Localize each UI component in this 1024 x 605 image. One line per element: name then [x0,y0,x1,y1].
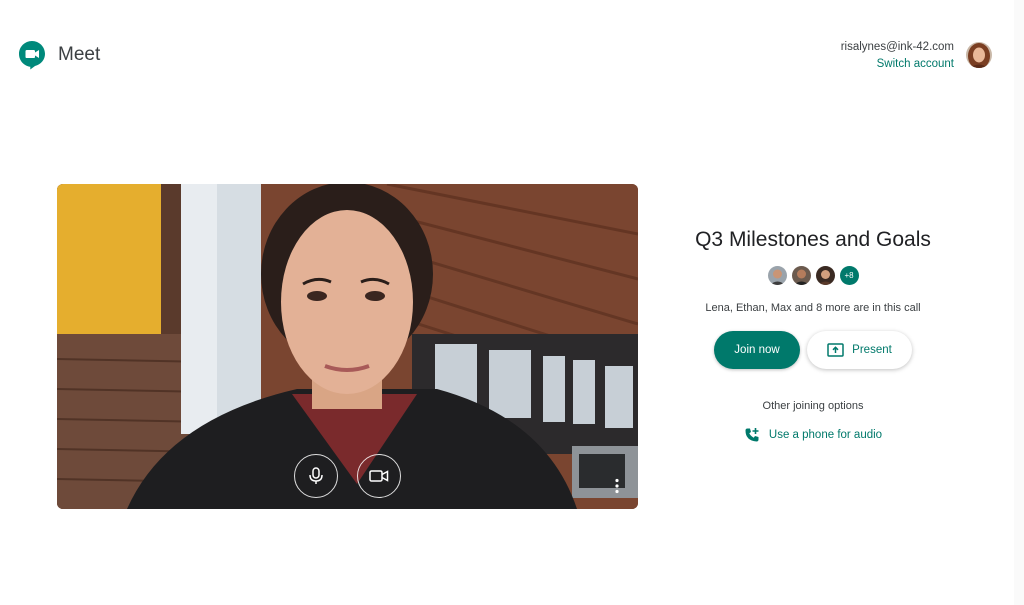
app-title: Meet [58,44,101,65]
meet-prejoin-page: Meet risalynes@ink-42.com Switch account [0,0,1024,605]
account-email: risalynes@ink-42.com [840,41,954,53]
page-edge [1014,0,1024,605]
join-panel: Q3 Milestones and Goals +8 Lena, Ethan, … [660,228,966,443]
phone-add-icon [745,428,759,442]
self-video-preview [57,184,638,509]
use-phone-for-audio-link[interactable]: Use a phone for audio [660,427,966,443]
participant-avatars: +8 [660,266,966,285]
camera-toggle-button[interactable] [357,454,401,498]
microphone-toggle-button[interactable] [294,454,338,498]
videocam-icon [369,470,389,482]
camera-feed-image [57,184,638,509]
present-button-label: Present [852,344,892,356]
in-call-status: Lena, Ethan, Max and 8 more are in this … [705,302,921,314]
participant-avatar [767,266,787,285]
participant-avatar [815,266,835,285]
join-actions: Join now Present [660,331,966,369]
account-info: risalynes@ink-42.com Switch account [841,41,954,70]
other-joining-options-label: Other joining options [762,400,864,412]
participant-avatar [791,266,811,285]
mic-icon [309,467,323,484]
switch-account-link[interactable]: Switch account [841,58,954,70]
present-button[interactable]: Present [807,331,912,369]
use-phone-for-audio-label: Use a phone for audio [768,429,883,441]
meeting-title: Q3 Milestones and Goals [695,228,931,251]
join-now-button[interactable]: Join now [714,331,800,369]
meet-logo-icon [19,41,45,70]
more-vert-icon[interactable] [614,478,620,494]
account-avatar[interactable] [966,42,992,68]
more-participants-badge: +8 [839,266,859,285]
present-to-all-icon [827,343,844,357]
